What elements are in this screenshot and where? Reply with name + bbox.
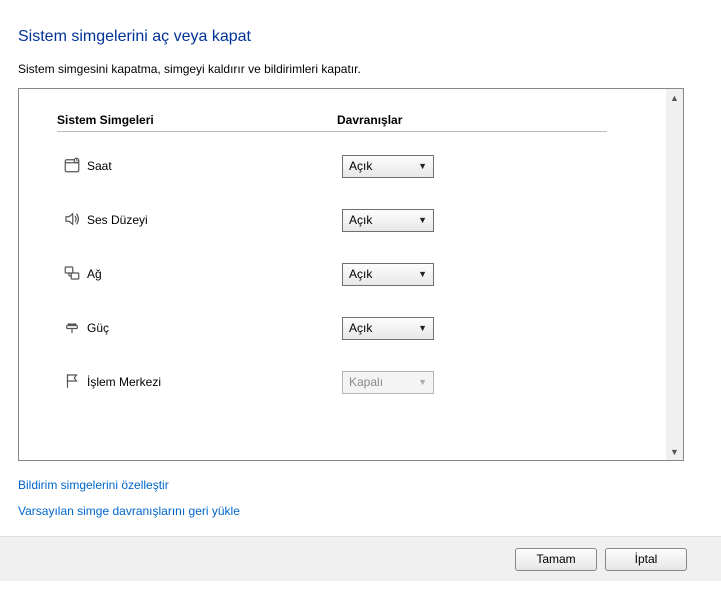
behavior-dropdown-clock[interactable]: Açık ▼ (342, 155, 434, 178)
settings-panel: Sistem Simgeleri Davranışlar Saat (18, 88, 684, 461)
row-action-center: İşlem Merkezi Kapalı ▼ (57, 355, 643, 409)
row-power: Güç Açık ▼ (57, 301, 643, 355)
row-label: İşlem Merkezi (87, 375, 342, 389)
link-restore-default-behaviors[interactable]: Varsayılan simge davranışlarını geri yük… (18, 504, 240, 518)
behavior-dropdown-volume[interactable]: Açık ▼ (342, 209, 434, 232)
link-customize-notification-icons[interactable]: Bildirim simgelerini özelleştir (18, 478, 169, 492)
cancel-button[interactable]: İptal (605, 548, 687, 571)
rows-container: Saat Açık ▼ Ses Düzeyi (57, 139, 643, 409)
chevron-down-icon: ▼ (418, 161, 427, 171)
dropdown-value: Kapalı (349, 375, 383, 389)
row-volume: Ses Düzeyi Açık ▼ (57, 193, 643, 247)
dropdown-value: Açık (349, 159, 372, 173)
column-header-behaviors: Davranışlar (337, 113, 607, 132)
network-icon (63, 264, 81, 285)
dropdown-value: Açık (349, 213, 372, 227)
flag-icon (63, 372, 81, 393)
page-description: Sistem simgesini kapatma, simgeyi kaldır… (0, 46, 721, 76)
behavior-dropdown-network[interactable]: Açık ▼ (342, 263, 434, 286)
row-network: Ağ Açık ▼ (57, 247, 643, 301)
row-label: Ses Düzeyi (87, 213, 342, 227)
volume-icon (63, 210, 81, 231)
ok-button[interactable]: Tamam (515, 548, 597, 571)
chevron-down-icon: ▼ (418, 269, 427, 279)
scrollbar[interactable]: ▲ ▼ (666, 89, 683, 460)
power-icon (63, 318, 81, 339)
footer: Tamam İptal (0, 536, 721, 581)
scroll-down-icon[interactable]: ▼ (666, 443, 683, 460)
clock-icon (63, 156, 81, 177)
row-clock: Saat Açık ▼ (57, 139, 643, 193)
scroll-up-icon[interactable]: ▲ (666, 89, 683, 106)
dropdown-value: Açık (349, 267, 372, 281)
chevron-down-icon: ▼ (418, 323, 427, 333)
column-header-system-icons: Sistem Simgeleri (57, 113, 337, 132)
page-title: Sistem simgelerini aç veya kapat (0, 0, 721, 46)
row-label: Güç (87, 321, 342, 335)
behavior-dropdown-power[interactable]: Açık ▼ (342, 317, 434, 340)
row-label: Ağ (87, 267, 342, 281)
chevron-down-icon: ▼ (418, 215, 427, 225)
chevron-down-icon: ▼ (418, 377, 427, 387)
dropdown-value: Açık (349, 321, 372, 335)
row-label: Saat (87, 159, 342, 173)
behavior-dropdown-action-center: Kapalı ▼ (342, 371, 434, 394)
